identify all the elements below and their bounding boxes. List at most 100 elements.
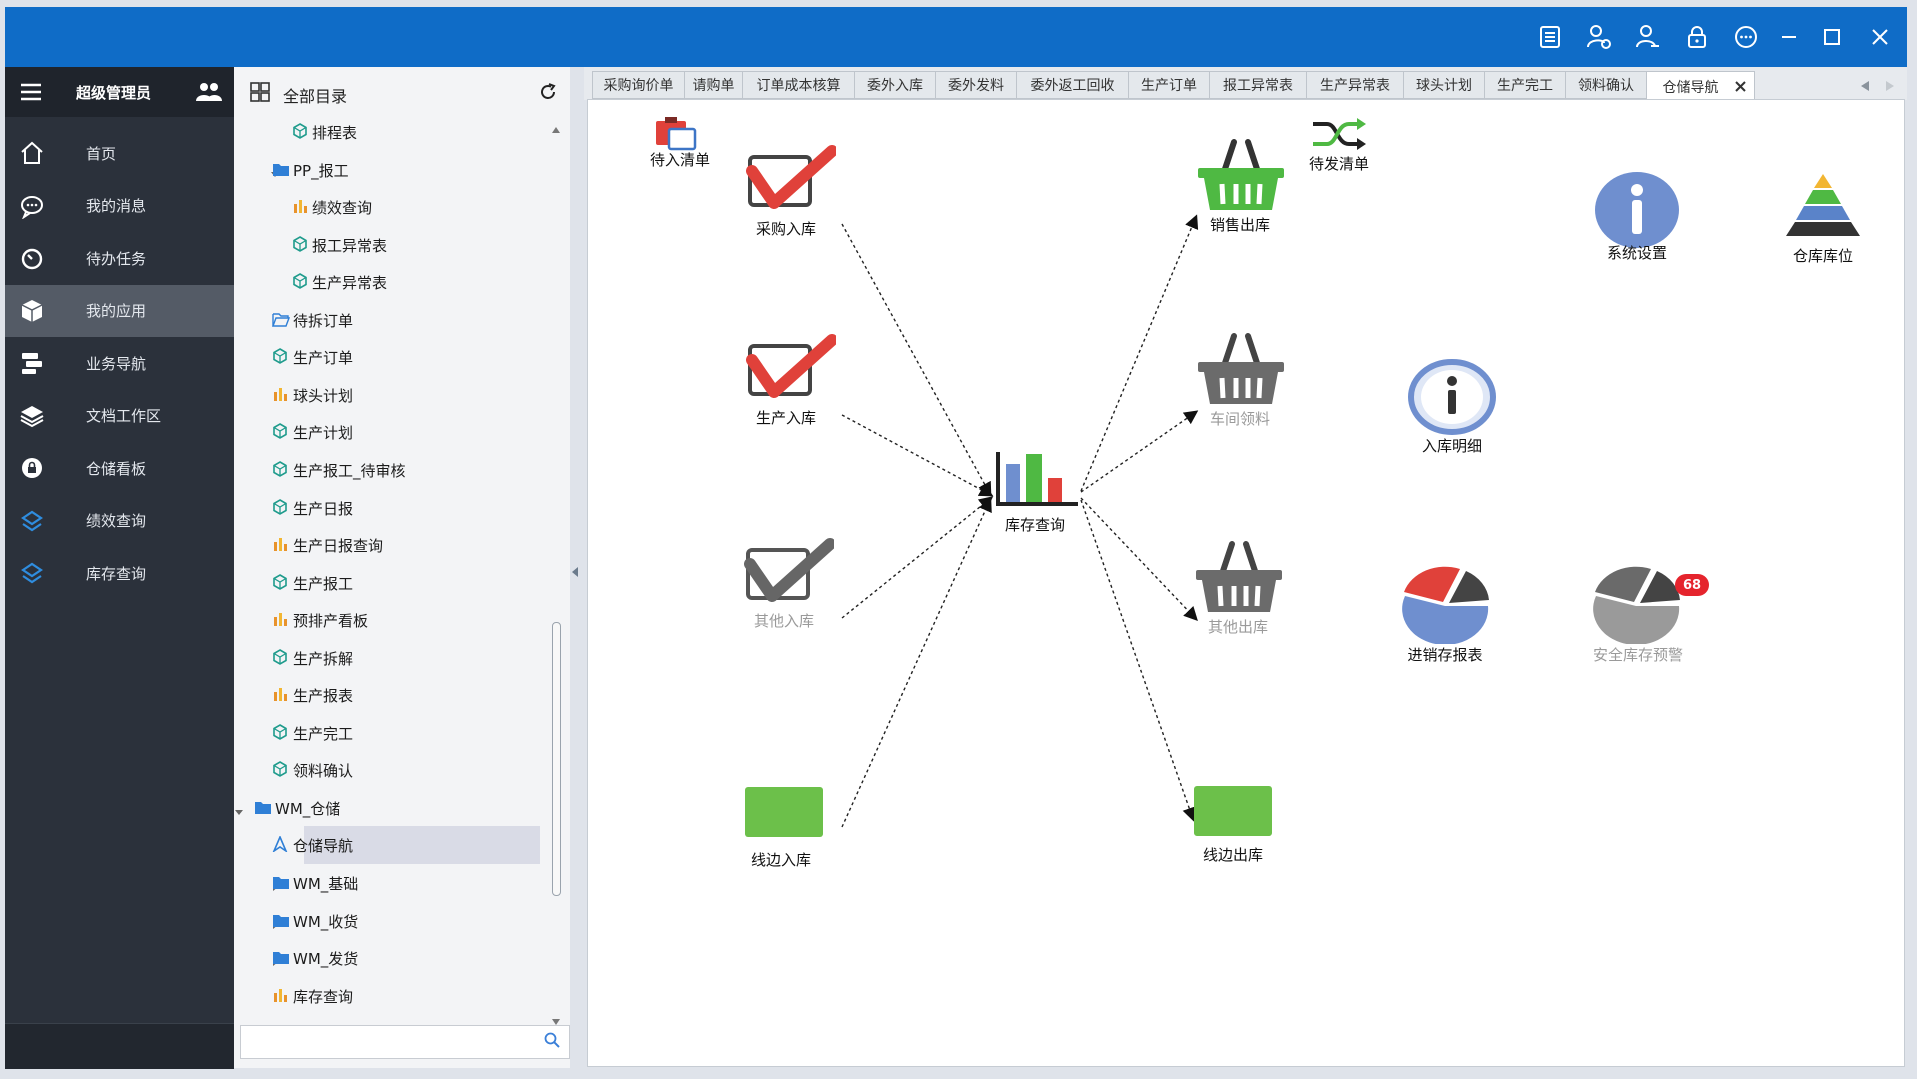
checkmark-red-icon (746, 334, 838, 398)
nav-item-label: 待办任务 (86, 249, 147, 268)
tree-item-label: 预排产看板 (293, 612, 369, 631)
line-in-node[interactable]: 线边入库 (745, 787, 825, 869)
tab-close-icon[interactable] (1735, 80, 1746, 96)
tree-item[interactable]: 生产日报查询 (234, 527, 544, 563)
nav-item-8[interactable]: 库存查询 (5, 547, 234, 599)
more-icon[interactable] (1732, 23, 1760, 51)
cube-icon (19, 298, 45, 324)
tree-item[interactable]: 预排产看板 (234, 602, 544, 638)
tab[interactable]: 采购询价单 (592, 71, 685, 99)
tree-item[interactable]: WM_基础 (234, 865, 544, 901)
tree-item[interactable]: 球头计划 (234, 377, 544, 413)
pie-chart-icon (1402, 566, 1489, 645)
safety-stock-alert-node[interactable]: 68 安全库存预警 (1591, 566, 1709, 664)
tree-item[interactable]: 生产报工 (234, 565, 544, 601)
tab[interactable]: 仓储导航 (1646, 71, 1755, 101)
tree-item[interactable]: 库存查询 (234, 978, 544, 1014)
tab-label: 球头计划 (1416, 78, 1472, 94)
expand-arrow-icon[interactable] (234, 803, 244, 815)
pyramid-icon (1786, 174, 1860, 236)
sales-out-node[interactable]: 销售出库 (1196, 138, 1286, 234)
inbound-detail-node[interactable]: 入库明细 (1407, 359, 1497, 455)
nav-item-0[interactable]: 首页 (5, 127, 234, 179)
production-in-node[interactable]: 生产入库 (746, 334, 838, 427)
warehouse-location-node[interactable]: 仓库库位 (1778, 172, 1868, 265)
tree-item[interactable]: 生产完工 (234, 715, 544, 751)
tab[interactable]: 领料确认 (1565, 71, 1647, 99)
tree-item-label: 仓储导航 (293, 837, 354, 856)
line-out-node[interactable]: 线边出库 (1194, 786, 1274, 864)
pending-in-node[interactable]: 待入清单 (650, 115, 710, 169)
collapse-handle-icon[interactable] (572, 563, 578, 581)
tree-item[interactable]: 待拆订单 (234, 302, 544, 338)
tree-search-input[interactable] (240, 1025, 570, 1059)
tree-item[interactable]: 生产拆解 (234, 640, 544, 676)
tree-item[interactable]: 生产异常表 (234, 264, 544, 300)
workshop-pick-node[interactable]: 车间领料 (1196, 332, 1286, 428)
nav-item-5[interactable]: 文档工作区 (5, 390, 234, 442)
nav-item-4[interactable]: 业务导航 (5, 337, 234, 389)
tree-item[interactable]: 排程表 (234, 114, 544, 150)
minimize-icon[interactable] (1775, 23, 1803, 51)
tree-item[interactable]: 仓储导航 (234, 827, 544, 863)
tree-item[interactable]: 生产报工_待审核 (234, 452, 544, 488)
refresh-icon[interactable] (538, 82, 558, 106)
other-in-label: 其他入库 (753, 612, 815, 630)
tab[interactable]: 订单成本核算 (742, 71, 855, 99)
pending-out-node[interactable]: 待发清单 (1309, 118, 1369, 173)
system-settings-node[interactable]: 系统设置 (1592, 170, 1682, 262)
tree-item[interactable]: WM_发货 (234, 940, 544, 976)
tree-item[interactable]: WM_仓储 (234, 790, 544, 826)
other-out-node[interactable]: 其他出库 (1194, 540, 1284, 636)
tree-item[interactable]: 报工异常表 (234, 227, 544, 263)
tree-item[interactable]: 领料确认 (234, 752, 544, 788)
tree-item[interactable]: PP_报工 (234, 152, 544, 188)
tab[interactable]: 球头计划 (1403, 71, 1485, 99)
tab[interactable]: 报工异常表 (1209, 71, 1307, 99)
tab-scroll-left-icon[interactable] (1861, 77, 1869, 95)
lock-icon[interactable] (1683, 23, 1711, 51)
close-icon[interactable] (1866, 23, 1894, 51)
search-icon[interactable] (544, 1032, 560, 1052)
nav-item-1[interactable]: 我的消息 (5, 180, 234, 232)
tab[interactable]: 委外入库 (854, 71, 936, 99)
tab-bar: 采购询价单 请购单 订单成本核算 委外入库 委外发料 委外返工回收 生产订单 报工异常表 生产异… (584, 67, 1907, 101)
nav-item-3[interactable]: 我的应用 (5, 284, 234, 337)
tab[interactable]: 生产完工 (1484, 71, 1566, 99)
tree-item[interactable]: 生产计划 (234, 414, 544, 450)
stock-query-node[interactable]: 库存查询 (992, 448, 1082, 534)
tab[interactable]: 生产异常表 (1306, 71, 1404, 99)
tree-item-label: WM_发货 (293, 950, 359, 969)
tree-item-label: 生产完工 (293, 724, 354, 743)
tree-item-label: 绩效查询 (312, 199, 373, 218)
tree-item[interactable]: 生产报表 (234, 677, 544, 713)
tab[interactable]: 委外发料 (935, 71, 1017, 99)
nav-item-7[interactable]: 绩效查询 (5, 495, 234, 547)
tree-item[interactable]: 生产订单 (234, 339, 544, 375)
tab[interactable]: 生产订单 (1128, 71, 1210, 99)
pie-chart-gray-icon (1593, 566, 1680, 645)
tab-scroll-right-icon[interactable] (1886, 77, 1894, 95)
list-icon[interactable] (1536, 23, 1564, 51)
maximize-icon[interactable] (1818, 23, 1846, 51)
purchase-in-node[interactable]: 采购入库 (746, 145, 838, 238)
user-edit-icon[interactable] (1634, 23, 1662, 51)
scroll-up-icon[interactable] (552, 119, 560, 137)
hamburger-menu-icon[interactable] (19, 80, 43, 108)
users-icon[interactable] (195, 79, 223, 109)
tab[interactable]: 委外返工回收 (1016, 71, 1129, 99)
user-settings-icon[interactable] (1585, 23, 1613, 51)
inventory-report-node[interactable]: 进销存报表 (1400, 566, 1490, 664)
tree-scrollbar[interactable] (552, 622, 561, 896)
other-in-node[interactable]: 其他入库 (744, 538, 836, 630)
tree-item-label: 生产订单 (293, 349, 354, 368)
nav-item-2[interactable]: 待办任务 (5, 232, 234, 284)
bar-chart-icon (272, 536, 290, 554)
nav-item-6[interactable]: 仓储看板 (5, 442, 234, 494)
tab[interactable]: 请购单 (684, 71, 743, 99)
tree-item[interactable]: 生产日报 (234, 490, 544, 526)
tree-item[interactable]: WM_收货 (234, 903, 544, 939)
tree-title: 全部目录 (283, 87, 348, 106)
tree-item[interactable]: 绩效查询 (234, 189, 544, 225)
tab-label: 委外发料 (948, 78, 1004, 94)
